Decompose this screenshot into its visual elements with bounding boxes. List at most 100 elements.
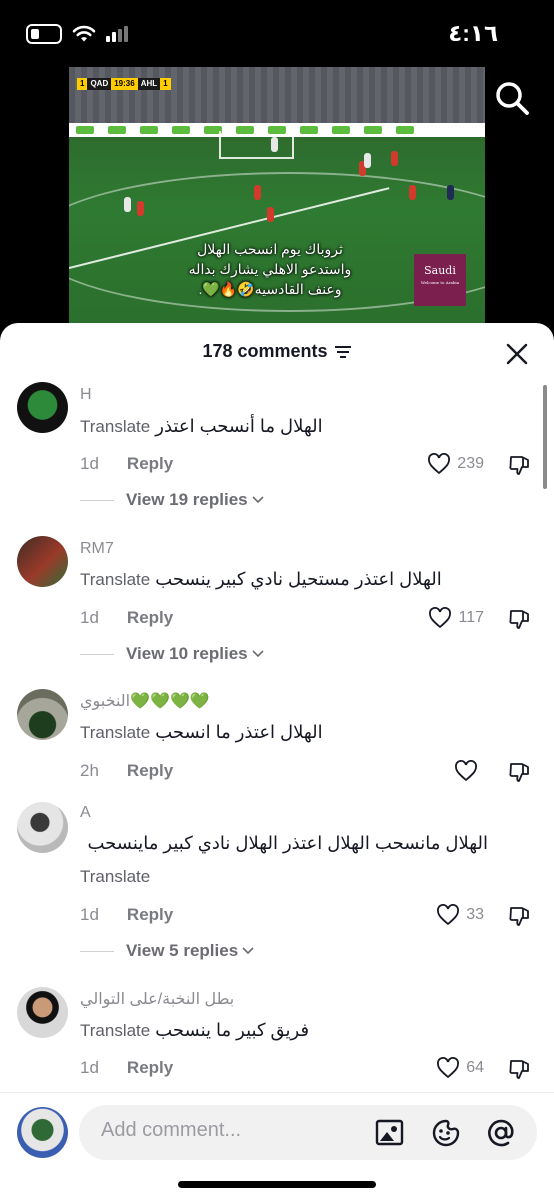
player <box>391 151 398 166</box>
status-icons <box>26 24 128 44</box>
comment-input-box[interactable] <box>79 1105 537 1160</box>
like-button[interactable]: 64 <box>436 1057 484 1079</box>
comment-meta: 1d Reply <box>80 608 173 628</box>
divider-line <box>80 653 114 655</box>
comment-text: Translate الهلال اعتذر مستحيل نادي كبير … <box>80 564 494 595</box>
like-count: 33 <box>466 906 484 923</box>
like-button[interactable]: 117 <box>428 607 484 629</box>
translate-link[interactable]: Translate <box>80 417 150 436</box>
comment-body: الهلال اعتذر ما انسحب <box>155 722 323 742</box>
player <box>271 137 278 152</box>
comment-input[interactable] <box>101 1119 361 1142</box>
player <box>124 197 131 212</box>
like-button[interactable] <box>454 760 484 782</box>
search-icon[interactable] <box>494 80 530 116</box>
player <box>137 201 144 216</box>
comment-username[interactable]: H <box>80 386 92 404</box>
like-button[interactable]: 33 <box>436 904 484 926</box>
team-home: QAD <box>87 78 112 90</box>
avatar[interactable] <box>17 689 68 740</box>
sponsor-subtext: Welcome to Arabia <box>420 280 460 285</box>
caption-line: وعنف القادسيه🤣🔥💚. <box>198 281 342 297</box>
player <box>267 207 274 222</box>
like-count: 117 <box>458 609 484 626</box>
view-replies-label: View 10 replies <box>126 644 248 663</box>
view-replies-label: View 5 replies <box>126 941 239 960</box>
image-icon[interactable] <box>375 1118 405 1148</box>
reply-button[interactable]: Reply <box>127 1058 173 1078</box>
heart-icon <box>455 760 477 782</box>
team-away: AHL <box>137 78 161 90</box>
heart-icon <box>437 904 460 926</box>
view-replies-button[interactable]: View 5 replies <box>80 941 254 961</box>
comment-username[interactable]: بطل النخبة/على التوالي <box>80 989 234 1009</box>
like-button[interactable]: 239 <box>427 453 484 475</box>
comment-time: 1d <box>80 905 99 924</box>
avatar[interactable] <box>17 536 68 587</box>
comment-time: 1d <box>80 608 99 627</box>
comment-translate-row: Translate <box>80 861 494 892</box>
battery-icon <box>26 24 62 44</box>
like-count: 239 <box>457 455 484 472</box>
comment-text: Translate الهلال ما أنسحب اعتذر <box>80 411 494 442</box>
comment-meta: 2h Reply <box>80 761 173 781</box>
caption-line: واستدعو الاهلي يشارك بداله <box>188 261 352 277</box>
divider-line <box>80 950 114 952</box>
heart-icon <box>428 453 451 475</box>
video-player[interactable]: 1 QAD 19:36 AHL 1 ثروباك يوم انسحب الهلا… <box>69 67 485 325</box>
close-icon[interactable] <box>506 343 528 365</box>
reply-button[interactable]: Reply <box>127 608 173 628</box>
like-count: 64 <box>466 1059 484 1076</box>
my-avatar[interactable] <box>17 1107 68 1158</box>
comment-text: Translate فريق كبير ما ينسحب <box>80 1015 494 1046</box>
comment-username[interactable]: A <box>80 804 91 822</box>
comment-composer <box>0 1092 554 1199</box>
view-replies-button[interactable]: View 10 replies <box>80 644 264 664</box>
emoji-icon[interactable] <box>431 1118 461 1148</box>
dislike-icon[interactable] <box>508 904 532 928</box>
heart-icon <box>437 1057 460 1079</box>
dislike-icon[interactable] <box>508 760 532 784</box>
comment-body: فريق كبير ما ينسحب <box>155 1020 310 1040</box>
comment-body: الهلال مانسحب الهلال اعتذر الهلال نادي ك… <box>87 833 489 853</box>
status-bar: ٤:١٦ <box>0 0 554 66</box>
filter-icon[interactable] <box>334 345 352 359</box>
comments-header: 178 comments <box>0 341 554 362</box>
home-indicator <box>178 1181 376 1188</box>
at-icon[interactable] <box>486 1118 516 1148</box>
wifi-icon <box>72 25 96 42</box>
comments-count: 178 comments <box>202 341 328 361</box>
comment-time: 1d <box>80 1058 99 1077</box>
video-caption: ثروباك يوم انسحب الهلال واستدعو الاهلي ي… <box>165 239 375 299</box>
avatar[interactable] <box>17 382 68 433</box>
chevron-down-icon <box>242 947 254 955</box>
dislike-icon[interactable] <box>508 1057 532 1081</box>
translate-link[interactable]: Translate <box>80 867 150 886</box>
comment-username[interactable]: RM7 <box>80 540 114 558</box>
divider-line <box>80 499 114 501</box>
dislike-icon[interactable] <box>508 607 532 631</box>
scrollbar[interactable] <box>543 385 547 489</box>
comment-username[interactable]: 💚💚💚💚النخبوي <box>80 691 210 711</box>
dislike-icon[interactable] <box>508 453 532 477</box>
comments-sheet: 178 comments H Translate الهلال ما أنسحب… <box>0 323 554 1199</box>
comment-text: الهلال مانسحب الهلال اعتذر الهلال نادي ك… <box>80 828 489 858</box>
comment-meta: 1d Reply <box>80 1058 173 1078</box>
translate-link[interactable]: Translate <box>80 1021 150 1040</box>
reply-button[interactable]: Reply <box>127 761 173 781</box>
comment-meta: 1d Reply <box>80 454 173 474</box>
match-clock: 19:36 <box>111 78 138 90</box>
player <box>409 185 416 200</box>
translate-link[interactable]: Translate <box>80 723 150 742</box>
chevron-down-icon <box>252 650 264 658</box>
comment-time: 1d <box>80 454 99 473</box>
avatar[interactable] <box>17 987 68 1038</box>
signal-icon <box>106 26 128 42</box>
reply-button[interactable]: Reply <box>127 454 173 474</box>
translate-link[interactable]: Translate <box>80 570 150 589</box>
view-replies-button[interactable]: View 19 replies <box>80 490 264 510</box>
reply-button[interactable]: Reply <box>127 905 173 925</box>
comment-body: الهلال اعتذر مستحيل نادي كبير ينسحب <box>155 569 442 589</box>
comment-time: 2h <box>80 761 99 780</box>
avatar[interactable] <box>17 802 68 853</box>
